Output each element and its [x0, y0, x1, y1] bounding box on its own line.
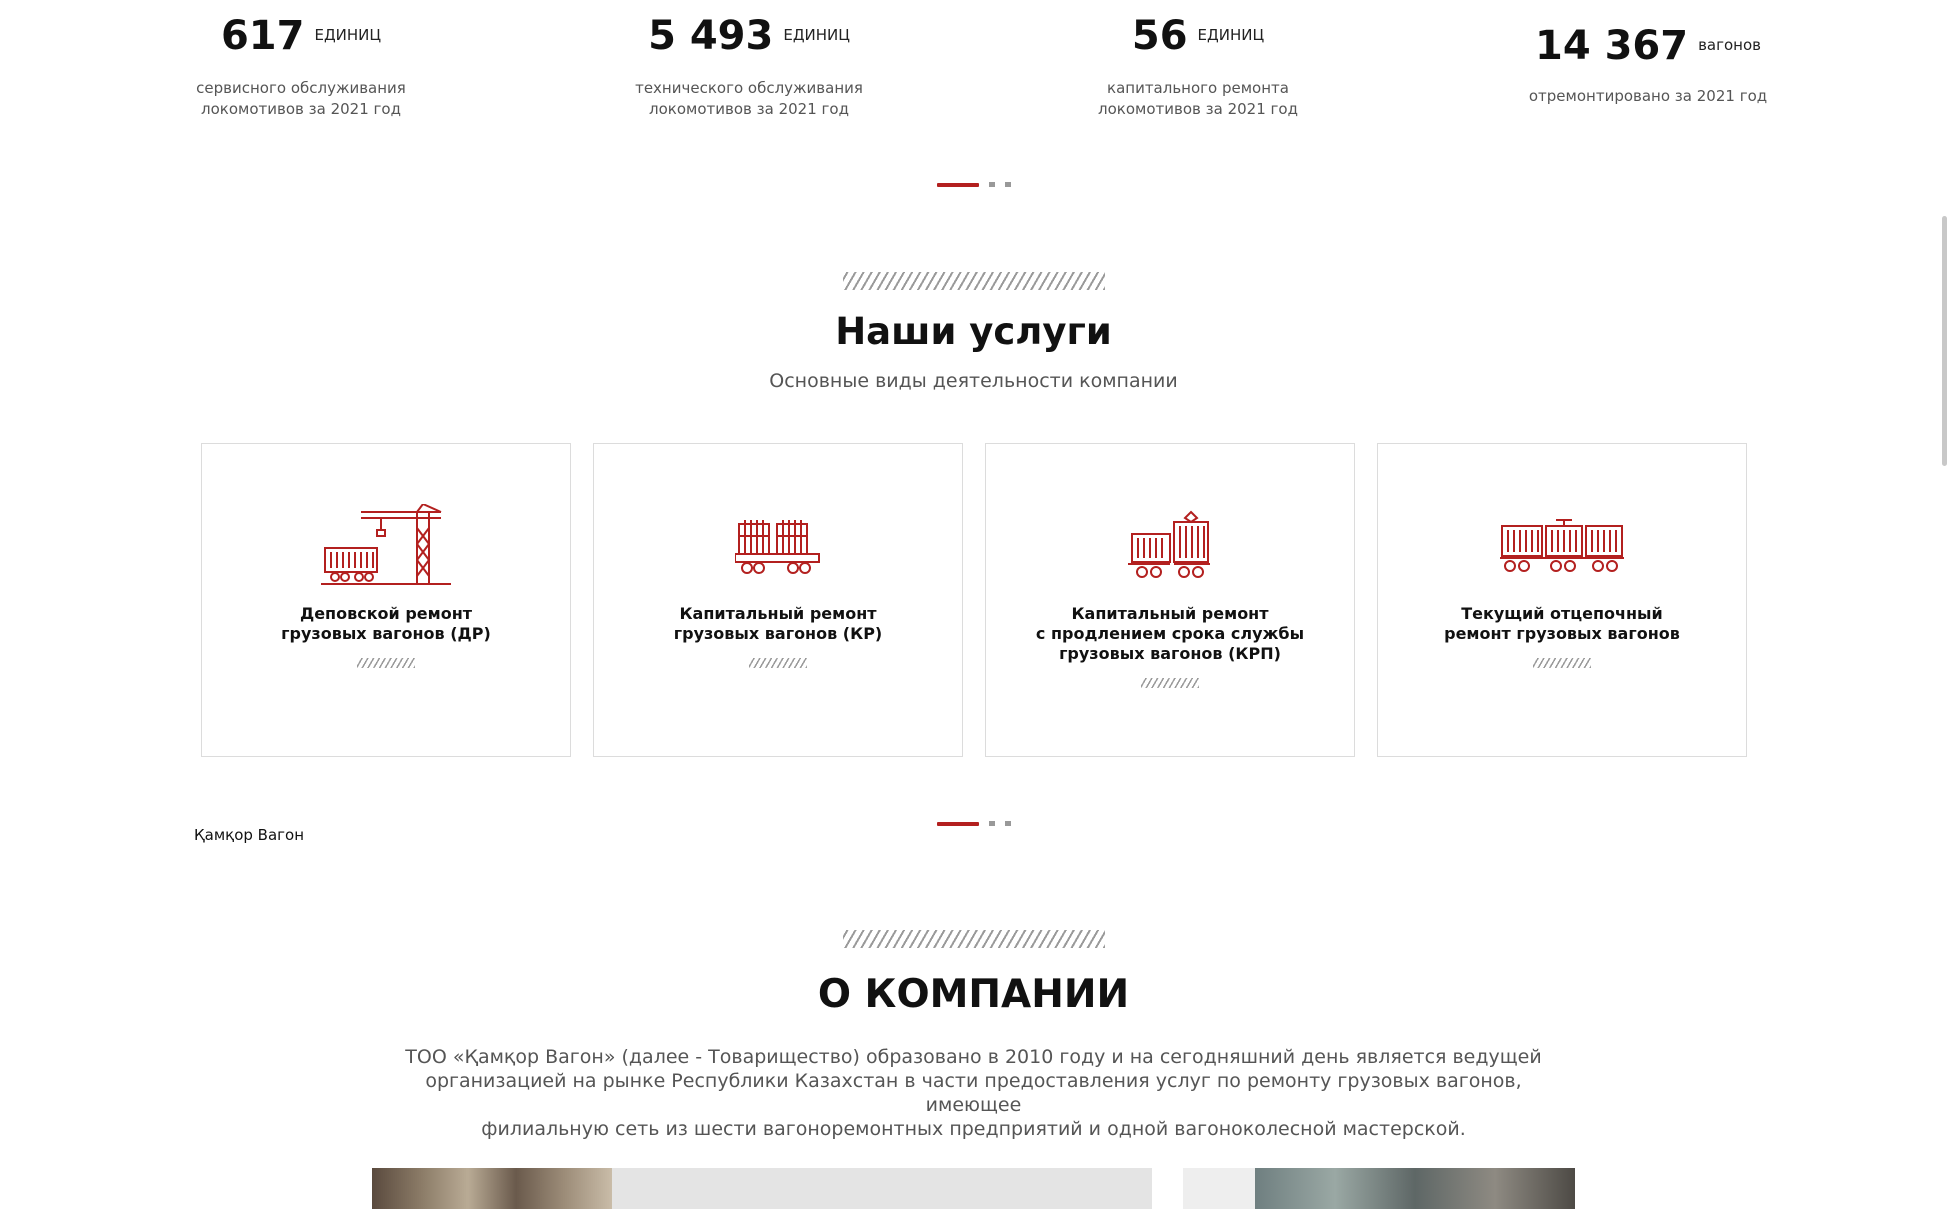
stat-description: технического обслуживания локомотивов за… — [589, 78, 909, 120]
service-card-title-line: Деповской ремонт — [299, 604, 473, 623]
service-card-capital-repair-extended[interactable]: Капитальный ремонт с продлением срока сл… — [985, 443, 1355, 757]
service-card-title-line: Капитальный ремонт — [1071, 604, 1269, 623]
stat-description: отремонтировано за 2021 год — [1488, 86, 1808, 107]
stat-description: сервисного обслуживания локомотивов за 2… — [141, 78, 461, 120]
crane-wagon-icon — [202, 444, 570, 604]
stat-desc-line: технического обслуживания — [635, 79, 863, 97]
stat-desc-line: локомотивов за 2021 год — [201, 100, 401, 118]
services-subtitle: Основные виды деятельности компании — [769, 370, 1178, 392]
about-text-line: филиальную сеть из шести вагоноремонтных… — [481, 1118, 1466, 1140]
about-text: ТОО «Қамқор Вагон» (далее - Товарищество… — [400, 1045, 1547, 1141]
decorative-hatch-divider — [843, 930, 1105, 948]
service-card-current-repair[interactable]: Текущий отцепочный ремонт грузовых вагон… — [1377, 443, 1747, 757]
company-photo — [1183, 1168, 1575, 1209]
pagination-active-bullet[interactable] — [937, 821, 979, 826]
service-card-title-line: Текущий отцепочный — [1461, 604, 1663, 623]
about-text-line: организацией на рынке Республики Казахст… — [425, 1070, 1522, 1116]
stat-number: 56 — [1131, 13, 1188, 59]
company-photo — [372, 1168, 1152, 1209]
decorative-hatch-divider — [843, 272, 1105, 290]
stat-overhaul: 56 ЕДИНИЦ капитального ремонта локомотив… — [1038, 16, 1358, 120]
stat-wagons: 14 367 вагонов отремонтировано за 2021 г… — [1488, 26, 1808, 107]
stat-maintenance: 5 493 ЕДИНИЦ технического обслуживания л… — [589, 16, 909, 120]
services-cards: Деповской ремонт грузовых вагонов (ДР) К… — [201, 443, 1747, 757]
brand-label: Қамқор Вагон — [194, 826, 305, 844]
stat-number: 617 — [220, 13, 305, 59]
about-title: О КОМПАНИИ — [817, 972, 1130, 1017]
services-pagination — [937, 821, 1011, 826]
tank-wagons-icon — [1378, 444, 1746, 604]
stats-pagination — [937, 182, 1011, 187]
stat-desc-line: капитального ремонта — [1107, 79, 1289, 97]
service-card-depot-repair[interactable]: Деповской ремонт грузовых вагонов (ДР) — [201, 443, 571, 757]
decorative-hatch — [1533, 658, 1591, 668]
pagination-bullet[interactable] — [1005, 821, 1011, 826]
stat-service: 617 ЕДИНИЦ сервисного обслуживания локом… — [141, 16, 461, 120]
service-card-title: Текущий отцепочный ремонт грузовых вагон… — [1444, 604, 1680, 644]
service-card-title: Капитальный ремонт с продлением срока сл… — [1036, 604, 1304, 664]
decorative-hatch — [749, 658, 807, 668]
pagination-bullet[interactable] — [989, 182, 995, 187]
stats-strip: 617 ЕДИНИЦ сервисного обслуживания локом… — [0, 0, 1947, 140]
service-card-title-line: грузовых вагонов (ДР) — [281, 624, 491, 643]
service-card-title-line: с продлением срока службы — [1035, 624, 1305, 643]
stat-description: капитального ремонта локомотивов за 2021… — [1038, 78, 1358, 120]
lifted-wagon-icon — [986, 444, 1354, 604]
service-card-capital-repair[interactable]: Капитальный ремонт грузовых вагонов (КР) — [593, 443, 963, 757]
stat-desc-line: сервисного обслуживания — [196, 79, 406, 97]
service-card-title-line: грузовых вагонов (КР) — [673, 624, 883, 643]
pagination-bullet[interactable] — [989, 821, 995, 826]
service-card-title-line: Капитальный ремонт — [679, 604, 877, 623]
stat-number: 5 493 — [648, 13, 774, 59]
services-title: Наши услуги — [835, 310, 1112, 353]
stat-desc-line: локомотивов за 2021 год — [649, 100, 849, 118]
decorative-hatch — [1141, 678, 1199, 688]
stat-unit: ЕДИНИЦ — [783, 26, 850, 44]
service-card-title: Деповской ремонт грузовых вагонов (ДР) — [281, 604, 491, 644]
stat-unit: вагонов — [1698, 36, 1761, 54]
stat-unit: ЕДИНИЦ — [314, 26, 382, 44]
stat-desc-line: отремонтировано за 2021 год — [1528, 87, 1768, 105]
pagination-active-bullet[interactable] — [937, 182, 979, 187]
stat-unit: ЕДИНИЦ — [1197, 26, 1265, 44]
service-card-title-line: грузовых вагонов (КРП) — [1059, 644, 1281, 663]
pagination-bullet[interactable] — [1005, 182, 1011, 187]
scrollbar-thumb[interactable] — [1942, 216, 1947, 466]
stat-number: 14 367 — [1534, 23, 1689, 69]
service-card-title-line: ремонт грузовых вагонов — [1444, 624, 1680, 643]
flatcar-wagon-icon — [594, 444, 962, 604]
decorative-hatch — [357, 658, 415, 668]
service-card-title: Капитальный ремонт грузовых вагонов (КР) — [674, 604, 882, 644]
about-text-line: ТОО «Қамқор Вагон» (далее - Товарищество… — [405, 1046, 1542, 1068]
stat-desc-line: локомотивов за 2021 год — [1098, 100, 1298, 118]
